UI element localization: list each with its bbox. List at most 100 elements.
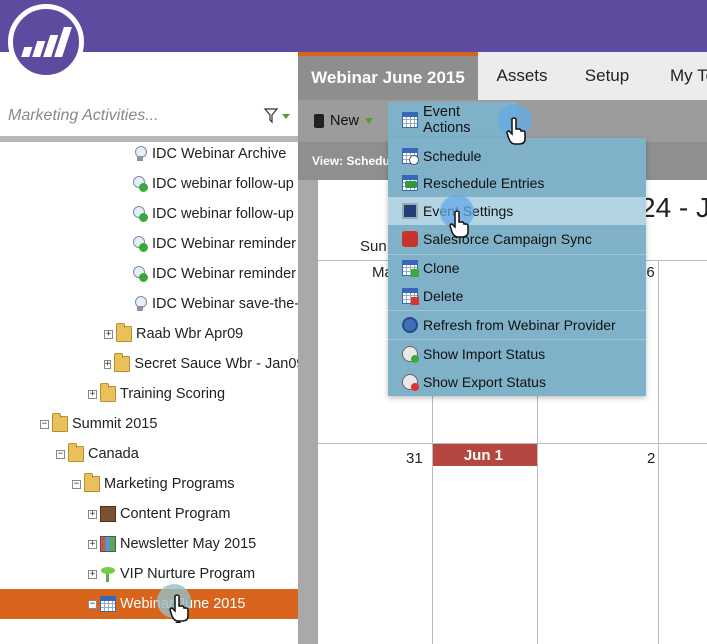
tree-item-label: VIP Nurture Program — [120, 566, 256, 582]
tree-item[interactable]: IDC Webinar reminder — [0, 259, 298, 289]
tree-item-label: Secret Sauce Wbr - Jan09 — [134, 356, 298, 372]
refresh-icon — [402, 317, 418, 333]
tab-webinar-june-2015[interactable]: Webinar June 2015 — [298, 52, 478, 100]
collapse-toggle-icon[interactable]: − — [40, 419, 49, 429]
tree-item-label: IDC webinar follow-up — [152, 206, 294, 222]
tree-item-label: Content Program — [120, 506, 231, 522]
menu-item-clone[interactable]: Clone — [388, 254, 646, 282]
app-window: IDC Webinar Archive IDC webinar follow-u… — [0, 0, 707, 644]
menu-item-label: Clone — [423, 260, 460, 276]
lightbulb-icon — [132, 146, 148, 162]
collapse-toggle-icon[interactable]: − — [88, 599, 97, 609]
menu-item-reschedule-entries[interactable]: Reschedule Entries — [388, 169, 646, 197]
tree-item[interactable]: + Newsletter May 2015 — [0, 529, 298, 559]
event-actions-button[interactable]: Event Actions — [388, 102, 516, 138]
tree-item-label: Raab Wbr Apr09 — [136, 326, 244, 342]
folder-icon — [84, 473, 100, 492]
reschedule-icon — [402, 175, 418, 191]
clone-icon — [402, 260, 419, 277]
content-program-icon — [100, 506, 116, 522]
expand-toggle-icon[interactable]: + — [88, 539, 97, 549]
tree-item-label: IDC Webinar Archive — [152, 146, 287, 162]
tree-item[interactable]: IDC webinar follow-up — [0, 169, 298, 199]
tree-item[interactable]: IDC Webinar Archive — [0, 139, 298, 169]
salesforce-icon — [402, 231, 418, 247]
expand-toggle-icon[interactable]: + — [88, 389, 97, 399]
search-input[interactable] — [8, 104, 248, 128]
menu-item-salesforce-campaign-sync[interactable]: Salesforce Campaign Sync — [388, 225, 646, 253]
tree-item[interactable]: IDC webinar follow-up — [0, 199, 298, 229]
tab-bar: Webinar June 2015 Assets Setup My To — [298, 52, 707, 100]
menu-item-show-export-status[interactable]: Show Export Status — [388, 368, 646, 396]
event-actions-label: Event Actions — [423, 104, 471, 136]
tree-item[interactable]: + Content Program — [0, 499, 298, 529]
expand-toggle-icon[interactable]: + — [88, 569, 97, 579]
folder-icon — [116, 323, 132, 342]
lightbulb-check-icon — [132, 176, 148, 192]
tree-item-selected[interactable]: − Webinar June 2015 — [0, 589, 298, 619]
menu-item-delete[interactable]: Delete — [388, 282, 646, 310]
tree-item[interactable]: + Training Scoring — [0, 379, 298, 409]
tree-item[interactable]: − Summit 2015 — [0, 409, 298, 439]
program-tree: IDC Webinar Archive IDC webinar follow-u… — [0, 139, 298, 644]
tree-item[interactable]: − Marketing Programs — [0, 469, 298, 499]
folder-icon — [68, 443, 84, 462]
tree-item-label: IDC Webinar save-the-d — [152, 296, 298, 312]
nurture-program-icon — [100, 566, 116, 582]
calendar-title: 24 - Ju — [640, 192, 707, 223]
filter-icon[interactable] — [262, 106, 292, 126]
email-program-icon — [100, 536, 116, 552]
tree-item-label: Canada — [88, 446, 139, 462]
import-status-icon — [402, 346, 419, 363]
monitor-icon — [402, 203, 418, 219]
tab-my-tokens[interactable]: My To — [648, 52, 707, 100]
top-nav-bar — [0, 0, 707, 52]
menu-item-label: Delete — [423, 288, 464, 304]
menu-item-show-import-status[interactable]: Show Import Status — [388, 340, 646, 368]
tree-item[interactable]: + VIP Nurture Program — [0, 559, 298, 589]
dropdown-arrow-icon — [365, 118, 374, 124]
menu-item-refresh-webinar-provider[interactable]: Refresh from Webinar Provider — [388, 311, 646, 339]
expand-toggle-icon[interactable]: + — [104, 329, 113, 339]
expand-toggle-icon[interactable]: + — [88, 509, 97, 519]
menu-item-event-settings[interactable]: Event Settings — [388, 197, 646, 225]
weekday-header: Sun — [360, 238, 387, 255]
folder-icon — [52, 413, 68, 432]
today-date[interactable]: Jun 1 — [433, 444, 537, 466]
new-button[interactable]: New — [314, 110, 374, 132]
menu-item-label: Reschedule Entries — [423, 175, 545, 191]
new-icon — [314, 114, 324, 128]
tree-item-label: Training Scoring — [120, 386, 226, 402]
tree-item[interactable]: + Secret Sauce Wbr - Jan09 — [0, 349, 298, 379]
tab-setup[interactable]: Setup — [566, 52, 648, 100]
collapse-toggle-icon[interactable]: − — [56, 449, 65, 459]
calendar-grid-line — [658, 260, 659, 644]
lightbulb-check-icon — [132, 236, 148, 252]
tree-item[interactable]: IDC Webinar save-the-d — [0, 289, 298, 319]
export-status-icon — [402, 374, 419, 391]
tree-item[interactable]: + Raab Wbr Apr09 — [0, 319, 298, 349]
menu-item-label: Refresh from Webinar Provider — [423, 317, 616, 333]
collapse-toggle-icon[interactable]: − — [72, 479, 81, 489]
tree-item[interactable]: − Canada — [0, 439, 298, 469]
logo[interactable] — [8, 4, 84, 80]
tree-item-label: IDC webinar follow-up — [152, 176, 294, 192]
tree-item-label: IDC Webinar reminder — [152, 266, 296, 282]
hand-cursor-icon — [506, 117, 526, 145]
day-number: 31 — [406, 450, 423, 467]
menu-item-schedule[interactable]: Schedule — [388, 142, 646, 170]
menu-item-label: Schedule — [423, 148, 482, 164]
day-number: 2 — [647, 450, 656, 467]
tab-assets[interactable]: Assets — [478, 52, 566, 100]
expand-toggle-icon[interactable]: + — [104, 359, 112, 369]
schedule-icon — [402, 148, 419, 165]
event-program-icon — [100, 596, 116, 612]
tree-item[interactable]: IDC Webinar reminder — [0, 229, 298, 259]
folder-icon — [100, 383, 116, 402]
lightbulb-check-icon — [132, 266, 148, 282]
folder-icon — [114, 353, 131, 372]
tree-item-label: Marketing Programs — [104, 476, 235, 492]
hand-cursor-icon — [449, 210, 469, 238]
event-actions-menu: Schedule Reschedule Entries Event Settin… — [388, 138, 646, 396]
hand-cursor-icon — [169, 594, 189, 622]
